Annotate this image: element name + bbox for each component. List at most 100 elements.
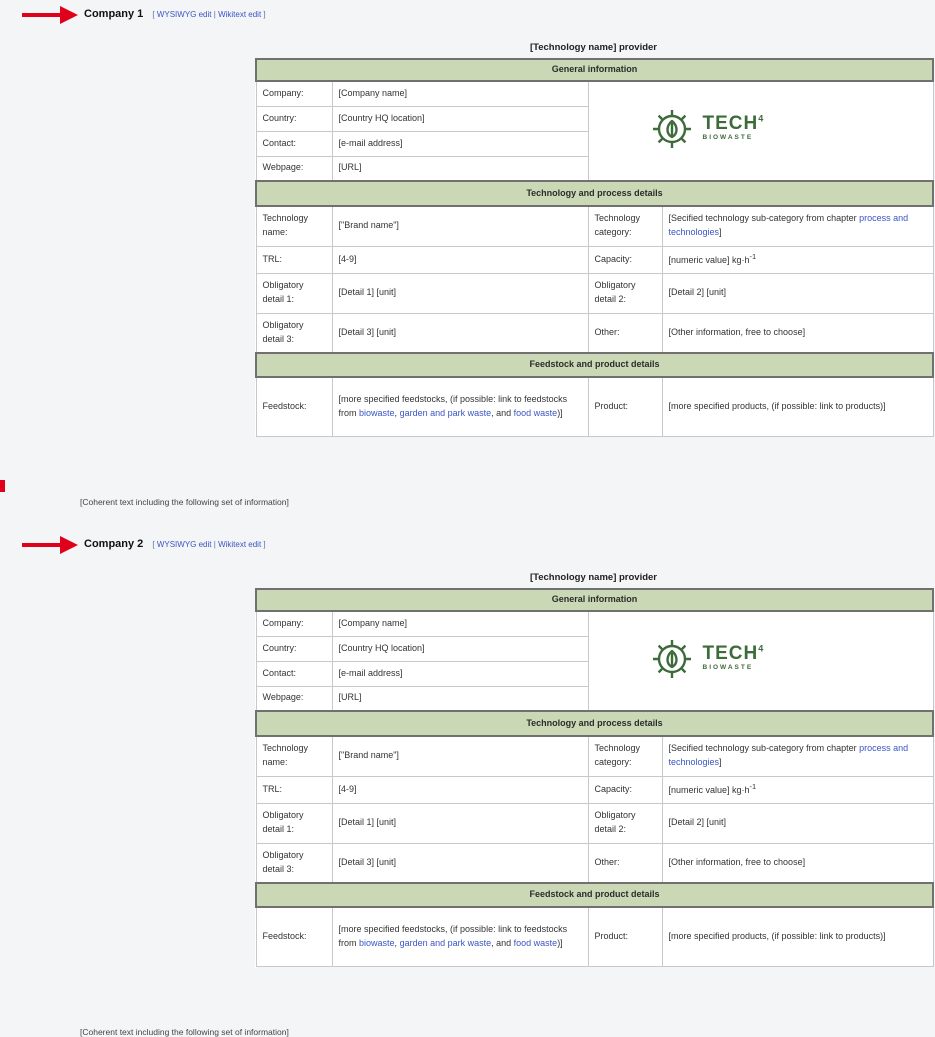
product-label: Product: [587, 376, 663, 437]
country-label: Country: [255, 635, 333, 662]
feedstock-product-header: Feedstock and product details [254, 352, 935, 378]
coherent-text: [Coherent text including the following s… [80, 1027, 289, 1037]
food-waste-link[interactable]: food waste [514, 408, 558, 418]
capacity-value: [numeric value] kg·h-1 [661, 775, 934, 804]
company-heading-title: Company 1 [84, 8, 144, 20]
tech4biowaste-logo: TECH4 BIOWASTE [649, 106, 765, 152]
feedstock-label: Feedstock: [255, 376, 333, 437]
feedstock-value: [more specified feedstocks, (if possible… [331, 376, 589, 437]
webpage-value: [URL] [331, 685, 589, 712]
trl-value: [4-9] [331, 775, 589, 804]
country-value: [Country HQ location] [331, 105, 589, 132]
logo-subtitle: BIOWASTE [702, 664, 754, 672]
other-label: Other: [587, 312, 663, 354]
webpage-value: [URL] [331, 155, 589, 182]
other-label: Other: [587, 842, 663, 884]
product-label: Product: [587, 906, 663, 967]
technology-category-value: [Secified technology sub-category from c… [661, 205, 934, 247]
wysiwyg-edit-link[interactable]: WYSIWYG edit [157, 540, 212, 549]
obligatory-detail-2-label: Obligatory detail 2: [587, 272, 663, 314]
capacity-label: Capacity: [587, 775, 663, 804]
edit-close-bracket: ] [263, 10, 266, 19]
company-heading-title: Company 2 [84, 538, 144, 550]
other-value: [Other information, free to choose] [661, 312, 934, 354]
technology-process-header: Technology and process details [254, 710, 935, 737]
obligatory-detail-1-value: [Detail 1] [unit] [331, 272, 589, 314]
obligatory-detail-3-label: Obligatory detail 3: [255, 312, 333, 354]
obligatory-detail-3-value: [Detail 3] [unit] [331, 312, 589, 354]
tech4biowaste-logo: TECH4 BIOWASTE [649, 636, 765, 682]
contact-value: [e-mail address] [331, 660, 589, 687]
edit-links: [ WYSIWYG edit | Wikitext edit ] [152, 10, 265, 19]
webpage-label: Webpage: [255, 685, 333, 712]
wikitext-edit-link[interactable]: Wikitext edit [218, 540, 261, 549]
technology-name-value: ["Brand name"] [331, 735, 589, 777]
edit-links: [ WYSIWYG edit | Wikitext edit ] [152, 540, 265, 549]
obligatory-detail-2-value: [Detail 2] [unit] [661, 802, 934, 844]
obligatory-detail-3-label: Obligatory detail 3: [255, 842, 333, 884]
table-caption: [Technology name] provider [529, 42, 658, 53]
capacity-value: [numeric value] kg·h-1 [661, 245, 934, 274]
garden-park-waste-link[interactable]: garden and park waste [400, 938, 492, 948]
garden-park-waste-link[interactable]: garden and park waste [400, 408, 492, 418]
biowaste-link[interactable]: biowaste [359, 938, 395, 948]
edit-close-bracket: ] [263, 540, 266, 549]
country-value: [Country HQ location] [331, 635, 589, 662]
red-arrow-icon [22, 6, 78, 24]
obligatory-detail-2-label: Obligatory detail 2: [587, 802, 663, 844]
technology-category-value: [Secified technology sub-category from c… [661, 735, 934, 777]
obligatory-detail-1-label: Obligatory detail 1: [255, 802, 333, 844]
technology-name-label: Technology name: [255, 205, 333, 247]
technology-category-label: Technology category: [587, 735, 663, 777]
company-label: Company: [255, 610, 333, 637]
technology-name-value: ["Brand name"] [331, 205, 589, 247]
technology-name-label: Technology name: [255, 735, 333, 777]
tech4biowaste-logo-icon [652, 109, 691, 148]
obligatory-detail-2-value: [Detail 2] [unit] [661, 272, 934, 314]
section-heading: Company 2 [ WYSIWYG edit | Wikitext edit… [84, 538, 266, 550]
wikitext-edit-link[interactable]: Wikitext edit [218, 10, 261, 19]
biowaste-link[interactable]: biowaste [359, 408, 395, 418]
logo-cell: TECH4 BIOWASTE [587, 610, 934, 712]
red-arrow-icon [22, 536, 78, 554]
technology-category-label: Technology category: [587, 205, 663, 247]
obligatory-detail-3-value: [Detail 3] [unit] [331, 842, 589, 884]
trl-label: TRL: [255, 245, 333, 274]
company-label: Company: [255, 80, 333, 107]
webpage-label: Webpage: [255, 155, 333, 182]
country-label: Country: [255, 105, 333, 132]
company-value: [Company name] [331, 610, 589, 637]
trl-value: [4-9] [331, 245, 589, 274]
logo-subtitle: BIOWASTE [702, 134, 754, 142]
feedstock-label: Feedstock: [255, 906, 333, 967]
tech4biowaste-logo-icon [652, 639, 691, 678]
logo-wordmark: TECH4 [702, 113, 765, 135]
section-heading: Company 1 [ WYSIWYG edit | Wikitext edit… [84, 8, 266, 20]
contact-value: [e-mail address] [331, 130, 589, 157]
provider-table: General information Company: [Company na… [254, 588, 935, 967]
general-information-header: General information [254, 588, 935, 612]
edit-separator: | [213, 540, 216, 549]
logo-wordmark: TECH4 [702, 643, 765, 665]
edit-open-bracket: [ [152, 10, 155, 19]
edit-open-bracket: [ [152, 540, 155, 549]
company-value: [Company name] [331, 80, 589, 107]
wysiwyg-edit-link[interactable]: WYSIWYG edit [157, 10, 212, 19]
obligatory-detail-1-value: [Detail 1] [unit] [331, 802, 589, 844]
edit-separator: | [213, 10, 216, 19]
feedstock-product-header: Feedstock and product details [254, 882, 935, 908]
technology-process-header: Technology and process details [254, 180, 935, 207]
contact-label: Contact: [255, 130, 333, 157]
table-caption: [Technology name] provider [529, 572, 658, 583]
product-value: [more specified products, (if possible: … [661, 906, 934, 967]
logo-cell: TECH4 BIOWASTE [587, 80, 934, 182]
capacity-label: Capacity: [587, 245, 663, 274]
obligatory-detail-1-label: Obligatory detail 1: [255, 272, 333, 314]
coherent-text: [Coherent text including the following s… [80, 497, 289, 507]
food-waste-link[interactable]: food waste [514, 938, 558, 948]
other-value: [Other information, free to choose] [661, 842, 934, 884]
red-marker [0, 480, 5, 492]
trl-label: TRL: [255, 775, 333, 804]
general-information-header: General information [254, 58, 935, 82]
contact-label: Contact: [255, 660, 333, 687]
